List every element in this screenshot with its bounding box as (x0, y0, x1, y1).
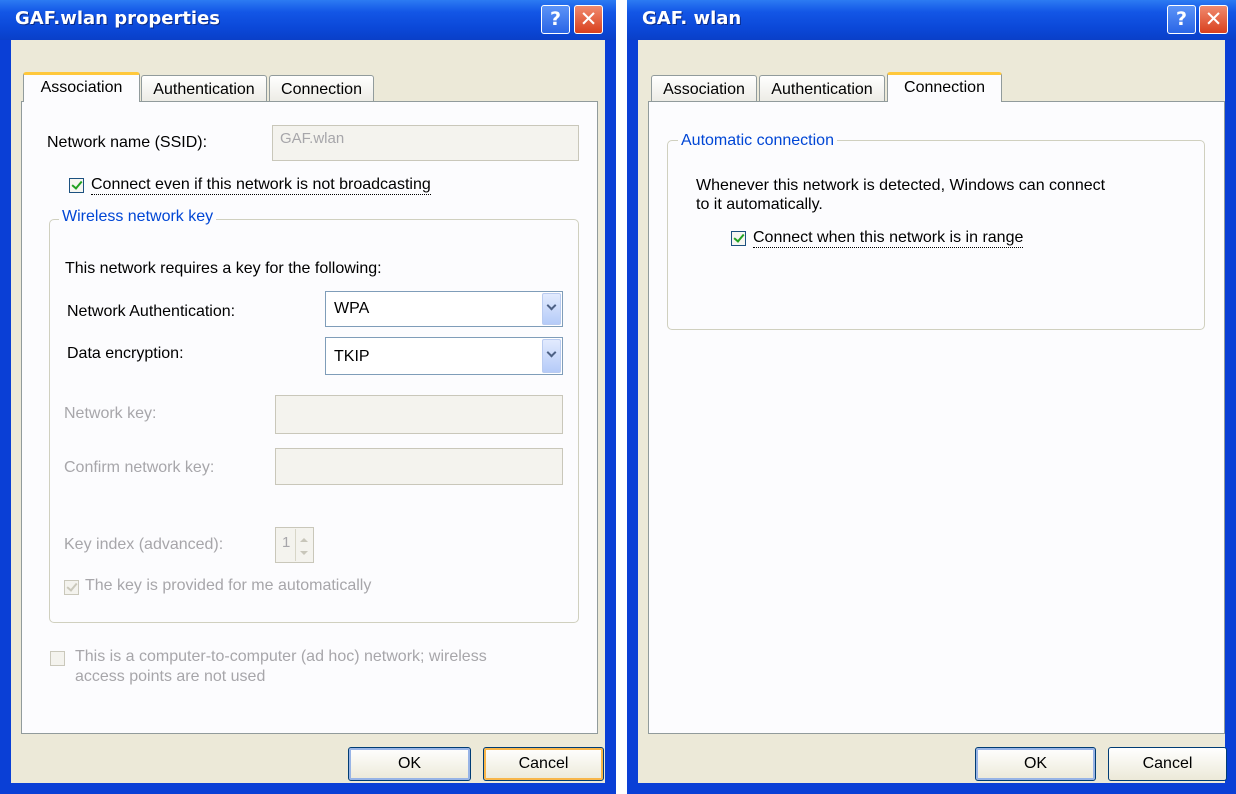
adhoc-label-line1: This is a computer-to-computer (ad hoc) … (75, 648, 487, 665)
auth-dropdown[interactable]: WPA (325, 291, 563, 327)
dialog-client-area: Association Authentication Connection Ne… (11, 40, 605, 783)
auto-key-label: The key is provided for me automatically (85, 577, 372, 594)
automatic-connection-group-caption: Automatic connection (678, 132, 837, 150)
chevron-down-icon (546, 300, 557, 311)
tab-panel: Network name (SSID): GAF.wlan Connect ev… (21, 101, 598, 734)
encryption-dropdown-button[interactable] (542, 339, 561, 373)
key-index-spinner[interactable]: 1 (275, 527, 314, 563)
tab-authentication[interactable]: Authentication (759, 75, 885, 102)
broadcast-checkbox[interactable] (69, 178, 84, 193)
tab-association[interactable]: Association (23, 72, 140, 102)
help-question-icon[interactable]: ? (541, 5, 570, 34)
key-index-spin-buttons[interactable] (295, 529, 312, 561)
key-required-text: This network requires a key for the foll… (65, 260, 382, 277)
help-question-icon[interactable]: ? (1167, 5, 1196, 34)
range-checkbox[interactable] (731, 231, 746, 246)
spin-down-arrow-icon[interactable] (300, 551, 308, 555)
network-key-field[interactable] (275, 395, 563, 434)
tab-connection[interactable]: Connection (887, 72, 1002, 102)
close-x-icon[interactable]: ✕ (1199, 5, 1228, 34)
spin-up-arrow-icon[interactable] (300, 538, 308, 542)
tab-association[interactable]: Association (651, 75, 757, 102)
adhoc-label-line2: access points are not used (75, 668, 266, 685)
title-bar[interactable]: GAF.wlan properties ? ✕ (0, 0, 616, 40)
key-index-label: Key index (advanced): (64, 536, 224, 553)
encryption-value: TKIP (334, 348, 370, 365)
cancel-button[interactable]: Cancel (1108, 747, 1227, 781)
encryption-dropdown[interactable]: TKIP (325, 337, 563, 375)
properties-dialog-association: GAF.wlan properties ? ✕ Association Auth… (0, 0, 616, 794)
cancel-button[interactable]: Cancel (483, 747, 604, 781)
broadcast-checkbox-label[interactable]: Connect even if this network is not broa… (91, 176, 431, 195)
properties-dialog-connection: GAF. wlan ? ✕ Association Authentication… (627, 0, 1236, 794)
tab-authentication[interactable]: Authentication (141, 75, 267, 102)
chevron-down-icon (546, 347, 557, 358)
auth-dropdown-button[interactable] (542, 293, 561, 325)
auth-value: WPA (334, 300, 370, 317)
network-key-label: Network key: (64, 405, 157, 422)
auto-key-checkbox[interactable] (64, 580, 79, 595)
tab-panel: Automatic connection Whenever this netwo… (648, 101, 1225, 734)
dialog-client-area: Association Authentication Connection Au… (638, 40, 1227, 783)
auth-label: Network Authentication: (67, 303, 236, 320)
title-bar[interactable]: GAF. wlan ? ✕ (627, 0, 1236, 40)
description-line2: to it automatically. (696, 196, 823, 213)
ok-button[interactable]: OK (348, 747, 471, 781)
close-x-icon[interactable]: ✕ (574, 5, 603, 34)
confirm-key-field[interactable] (275, 448, 563, 485)
encryption-label: Data encryption: (67, 345, 184, 362)
description-line1: Whenever this network is detected, Windo… (696, 177, 1106, 194)
network-name-field[interactable]: GAF.wlan (272, 125, 579, 161)
network-name-label: Network name (SSID): (47, 134, 208, 151)
wireless-key-group-caption: Wireless network key (59, 208, 217, 226)
key-index-value: 1 (282, 534, 291, 551)
tab-connection[interactable]: Connection (269, 75, 374, 102)
ok-button[interactable]: OK (975, 747, 1096, 781)
dialog-title: GAF. wlan (642, 8, 742, 29)
dialog-title: GAF.wlan properties (15, 8, 221, 29)
confirm-key-label: Confirm network key: (64, 459, 215, 476)
range-checkbox-label[interactable]: Connect when this network is in range (753, 229, 1024, 248)
adhoc-checkbox[interactable] (50, 651, 65, 666)
